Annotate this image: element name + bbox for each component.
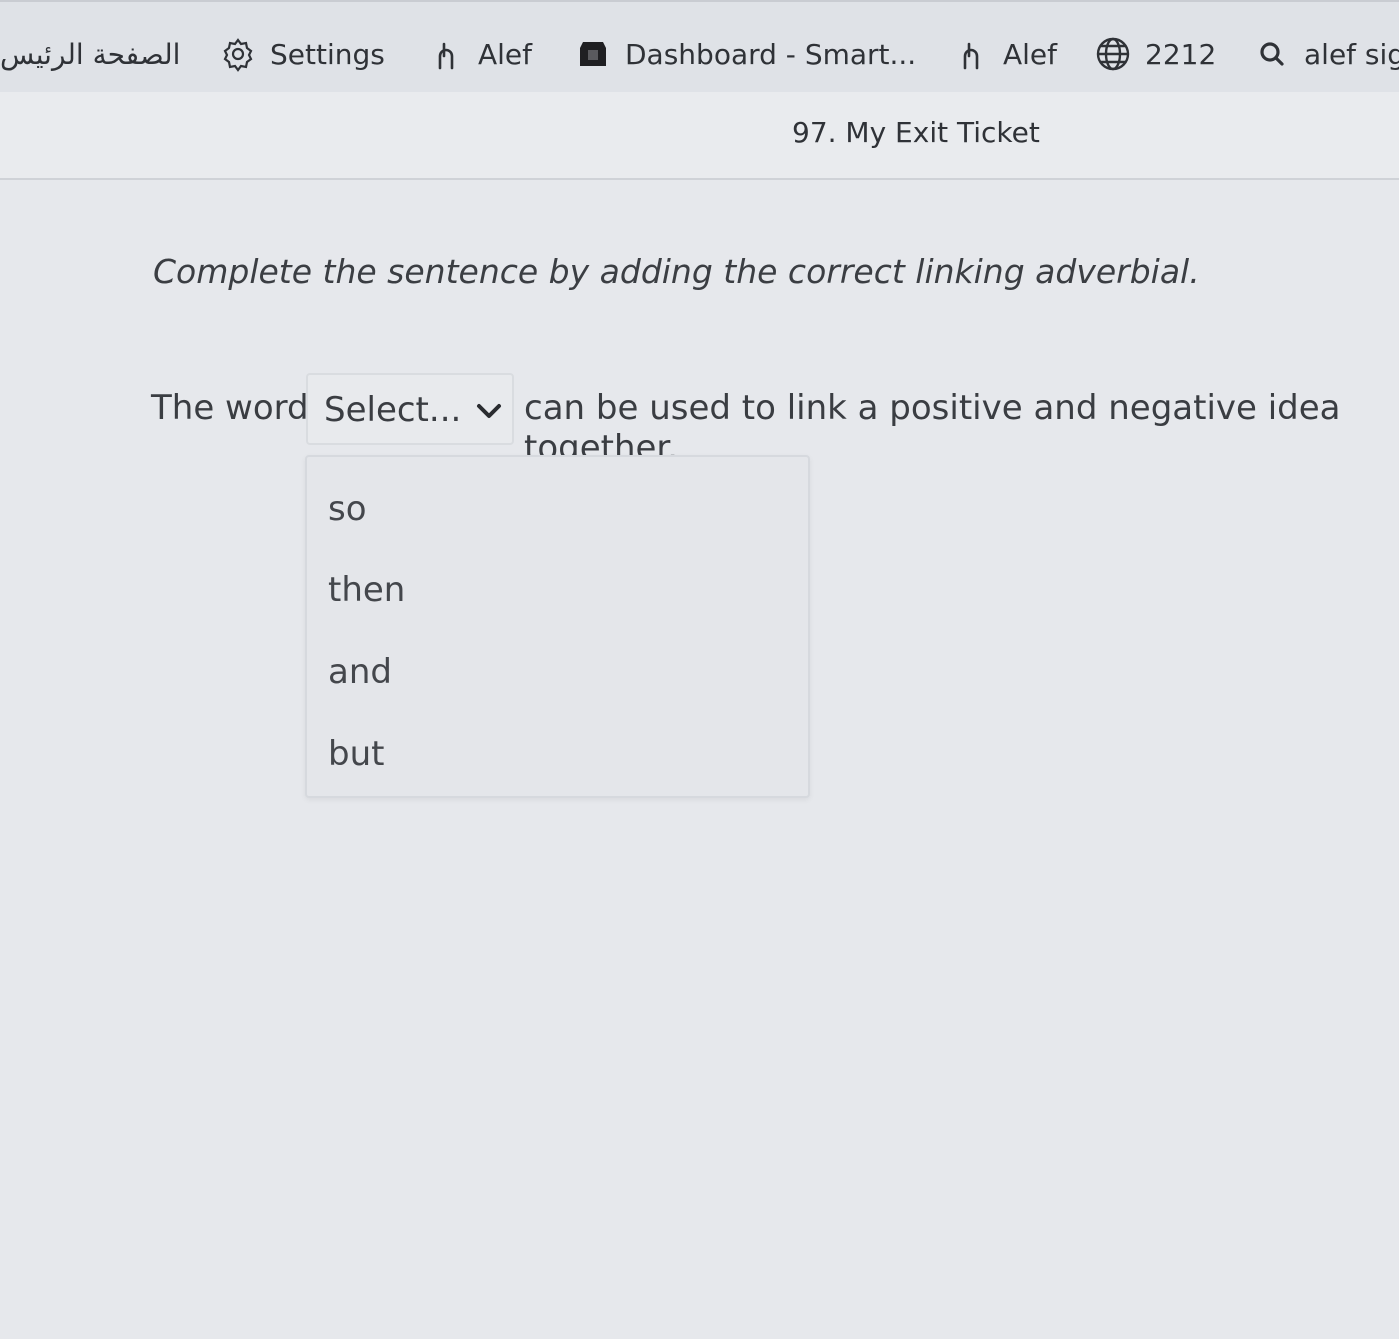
option-so[interactable]: so (307, 467, 808, 547)
emblem-icon (575, 36, 611, 72)
bookmark-label: alef sig (1304, 37, 1399, 71)
bookmark-2212[interactable]: 2212 (1095, 32, 1216, 76)
select-placeholder: Select... (324, 390, 462, 430)
bookmark-alef-1[interactable]: Alef (428, 32, 532, 76)
answer-select[interactable]: Select... (306, 373, 514, 445)
bookmark-dashboard[interactable]: Dashboard - Smart... (575, 32, 916, 76)
select-dropdown-menu: so then and but (305, 455, 810, 798)
bookmark-label: Settings (270, 37, 385, 71)
bookmark-settings[interactable]: Settings (220, 32, 385, 76)
bookmark-label: Dashboard - Smart... (625, 37, 917, 71)
question-instruction: Complete the sentence by adding the corr… (153, 252, 1200, 291)
alef-icon (953, 36, 989, 72)
option-label: then (328, 570, 406, 610)
gear-icon (220, 36, 256, 72)
option-label: but (328, 734, 385, 774)
chevron-down-icon (477, 404, 501, 418)
bookmark-label: الصفحة الرئيس (0, 37, 181, 71)
page-title: 97. My Exit Ticket (792, 116, 1040, 149)
sentence-before: The word (151, 388, 309, 428)
globe-icon (1095, 36, 1131, 72)
bookmark-label: Alef (478, 37, 533, 71)
option-and[interactable]: and (307, 630, 808, 710)
page-header: 97. My Exit Ticket (0, 92, 1399, 180)
bookmark-label: Alef (1003, 37, 1058, 71)
bookmark-home[interactable]: الصفحة الرئيس (0, 32, 180, 76)
alef-icon (428, 36, 464, 72)
option-label: so (328, 489, 367, 529)
option-but[interactable]: but (307, 712, 808, 792)
search-icon (1254, 36, 1290, 72)
bookmarks-bar: الصفحة الرئيس Settings Alef Dashboard - … (0, 0, 1399, 92)
option-label: and (328, 652, 392, 692)
bookmark-alef-sig[interactable]: alef sig (1254, 32, 1399, 76)
bookmark-alef-2[interactable]: Alef (953, 32, 1057, 76)
option-then[interactable]: then (307, 548, 808, 628)
bookmark-label: 2212 (1145, 37, 1217, 71)
